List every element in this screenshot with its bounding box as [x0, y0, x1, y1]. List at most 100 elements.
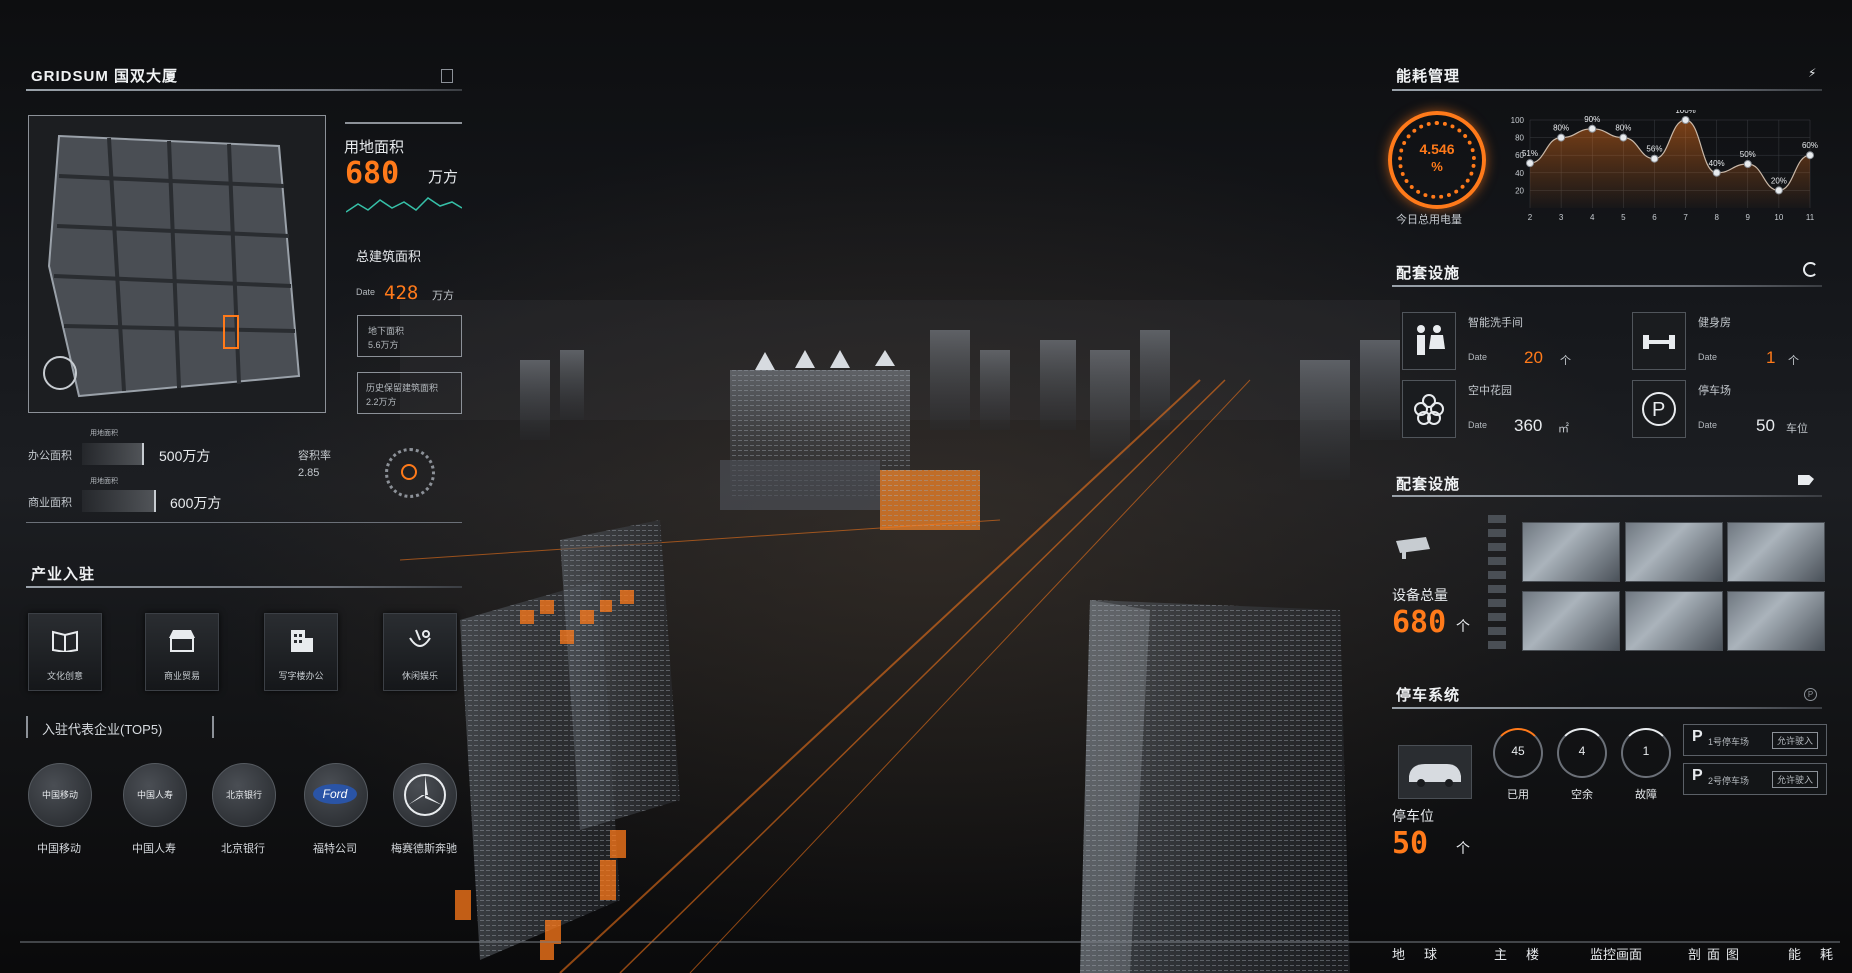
parking-spaces-unit: 个: [1456, 840, 1470, 856]
parking-lot-icon: P: [1692, 728, 1703, 745]
nav-energy[interactable]: 能 耗: [1788, 944, 1836, 963]
facility-name: 空中花园: [1468, 385, 1512, 397]
facility-date-label: Date: [1698, 352, 1718, 362]
chart-point: [1743, 160, 1752, 168]
top5-title-text: 入驻代表企业(TOP5): [42, 722, 163, 737]
parking-lot-icon: P: [1692, 767, 1703, 784]
industry-tile-leisure[interactable]: 休闲娱乐: [383, 613, 457, 691]
nav-monitoring[interactable]: 监控画面: [1590, 944, 1642, 963]
parking-gauge-free: 4: [1557, 728, 1607, 778]
energy-title: 能耗管理: [1396, 68, 1461, 85]
nav-section-view[interactable]: 剖面图: [1688, 944, 1745, 963]
company-logo-mercedes[interactable]: [393, 763, 457, 827]
chart-data-label: 80%: [1615, 124, 1631, 133]
company-name: 北京银行: [221, 843, 265, 855]
plot-ratio-dial-icon: [385, 448, 435, 498]
chart-x-tick-label: 7: [1683, 213, 1688, 222]
parking-gauge-used: 45: [1493, 728, 1543, 778]
parking-spaces-label: 停车位: [1392, 808, 1434, 824]
leisure-icon: [409, 629, 431, 647]
energy-gauge: 4.546 %: [1388, 111, 1486, 209]
parking-lot-1[interactable]: P 1号停车场 允许驶入: [1683, 724, 1827, 756]
chart-x-tick-label: 10: [1774, 213, 1783, 222]
facility-unit: 车位: [1786, 423, 1808, 435]
nav-main-building[interactable]: 主 楼: [1494, 944, 1542, 963]
monitoring-total-value: 680: [1392, 605, 1447, 640]
flower-icon: [1402, 380, 1456, 438]
chart-y-tick-label: 40: [1515, 169, 1524, 178]
energy-gauge-value: 4.546: [1419, 141, 1455, 157]
chart-point: [1681, 116, 1690, 124]
parking-title: 停车系统: [1396, 687, 1461, 704]
heritage-box: 历史保留建筑面积 2.2万方: [357, 372, 462, 414]
company-logo-text: 北京银行: [225, 790, 262, 800]
company-logo-bank-of-beijing[interactable]: 北京银行: [212, 763, 276, 827]
lightning-icon[interactable]: ⚡: [1808, 66, 1816, 80]
company-name: 福特公司: [313, 843, 357, 855]
industry-tile-label: 写字楼办公: [278, 671, 324, 681]
cctv-icon: [1392, 535, 1434, 559]
company-logo-china-mobile[interactable]: 中国移动: [28, 763, 92, 827]
parking-lot-status: 允许驶入: [1772, 732, 1819, 749]
compass-icon[interactable]: [43, 356, 77, 390]
industry-tile-label: 休闲娱乐: [401, 671, 438, 681]
chart-data-label: 100%: [1675, 110, 1695, 115]
chart-x-tick-label: 5: [1621, 213, 1626, 222]
facility-unit: ㎡: [1558, 423, 1569, 435]
facility-name: 健身房: [1698, 317, 1731, 329]
land-unit: 万方: [428, 169, 459, 186]
camera-feed-5[interactable]: [1625, 591, 1723, 651]
parking-gauge-label: 故障: [1635, 789, 1657, 801]
dumbbell-icon: [1632, 312, 1686, 370]
facility-value: 20: [1524, 348, 1543, 367]
parking-gauge-label: 空余: [1571, 789, 1593, 801]
company-name: 中国人寿: [132, 843, 176, 855]
nav-earth[interactable]: 地 球: [1392, 944, 1440, 963]
chart-point: [1806, 151, 1814, 160]
top5-title: 入驻代表企业(TOP5): [26, 716, 214, 738]
chart-y-tick-label: 20: [1515, 186, 1524, 195]
facility-gym[interactable]: 健身房 Date 1 个: [1632, 312, 1832, 372]
facility-garden[interactable]: 空中花园 Date 360 ㎡: [1402, 380, 1602, 440]
header-underline: [26, 89, 462, 91]
parking-lot-2[interactable]: P 2号停车场 允许驶入: [1683, 763, 1827, 795]
commerce-bar: [82, 490, 156, 512]
industry-tile-culture[interactable]: 文化创意: [28, 613, 102, 691]
camera-feed-3[interactable]: [1727, 522, 1825, 582]
commerce-value: 600万方: [170, 495, 222, 511]
build-date-label: Date: [356, 287, 376, 297]
energy-gauge-caption: 今日总用电量: [1396, 214, 1462, 226]
chart-point: [1588, 124, 1597, 133]
facility-date-label: Date: [1698, 420, 1718, 430]
parking-gauge-fault: 1: [1621, 728, 1671, 778]
facilities-title: 配套设施: [1396, 265, 1461, 282]
car-icon: [1398, 745, 1472, 799]
company-logo-text: Ford: [313, 784, 357, 804]
office-value: 500万方: [159, 448, 211, 464]
facility-date-label: Date: [1468, 352, 1488, 362]
facility-unit: 个: [1788, 355, 1799, 367]
company-logo-ford[interactable]: Ford: [304, 763, 368, 827]
parking-gauge-value: 1: [1642, 744, 1650, 758]
land-sparkline: [346, 197, 462, 213]
site-map[interactable]: [28, 115, 326, 413]
header-menu-icon[interactable]: [441, 69, 453, 83]
commerce-caption: 用地面积: [90, 478, 118, 485]
industry-tile-commerce[interactable]: 商业贸易: [145, 613, 219, 691]
mercedes-star-icon: [404, 774, 446, 816]
divider: [345, 122, 462, 124]
camera-feed-1[interactable]: [1522, 522, 1620, 582]
parking-gauge-value: 45: [1511, 744, 1525, 758]
chart-x-tick-label: 4: [1590, 213, 1595, 222]
industry-tile-office[interactable]: 写字楼办公: [264, 613, 338, 691]
refresh-icon[interactable]: [1803, 262, 1818, 277]
parking-small-icon[interactable]: P: [1804, 688, 1817, 701]
facility-parking[interactable]: P 停车场 Date 50 车位: [1632, 380, 1832, 440]
company-logo-china-life[interactable]: 中国人寿: [123, 763, 187, 827]
camera-feed-2[interactable]: [1625, 522, 1723, 582]
camera-feed-4[interactable]: [1522, 591, 1620, 651]
facility-restroom[interactable]: 智能洗手间 Date 20 个: [1402, 312, 1602, 372]
chart-x-tick-label: 2: [1528, 213, 1533, 222]
chart-data-label: 60%: [1802, 141, 1818, 150]
camera-feed-6[interactable]: [1727, 591, 1825, 651]
